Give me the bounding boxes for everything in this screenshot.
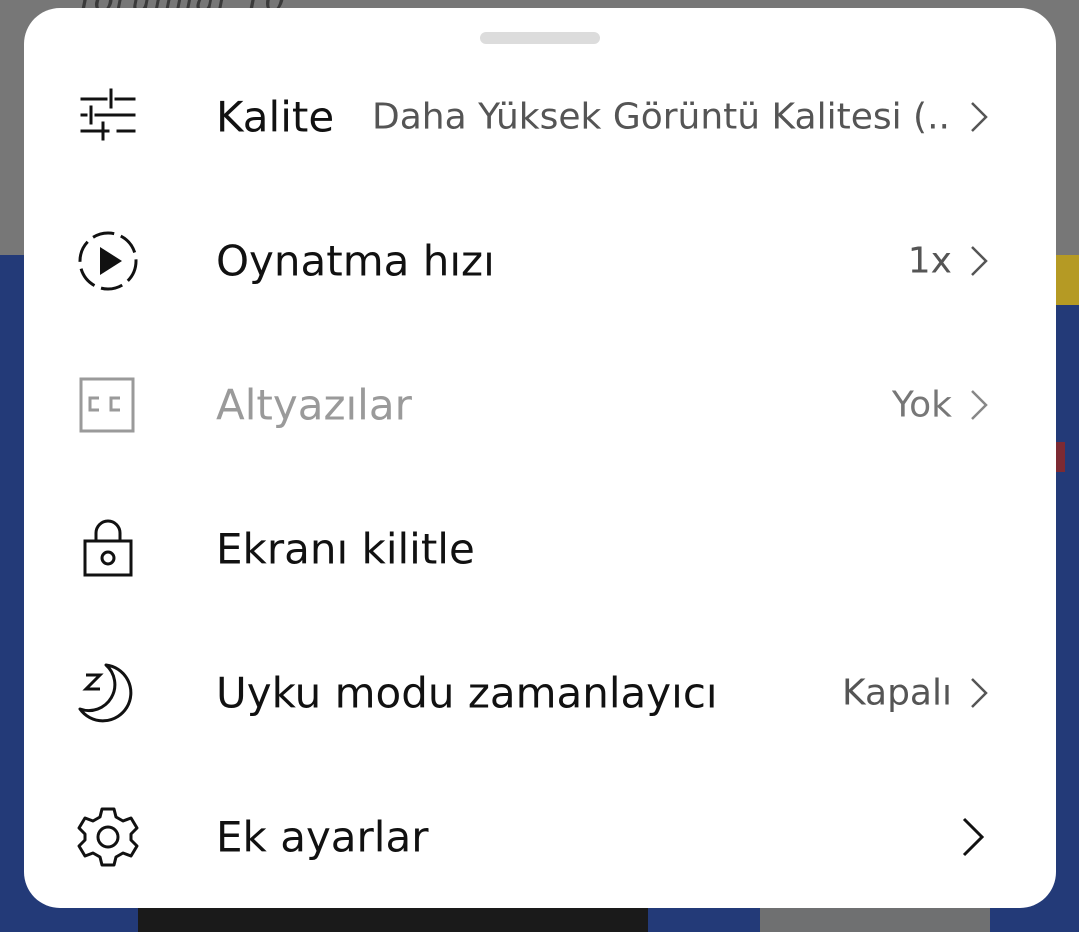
menu-item-subtitles[interactable]: Altyazılar Yok: [24, 333, 1056, 477]
menu-item-label: Uyku modu zamanlayıcı: [216, 668, 718, 718]
chevron-right-icon: [968, 99, 990, 135]
cc-icon: [76, 373, 140, 437]
menu-item-label: Ekranı kilitle: [216, 524, 475, 574]
gear-icon: [76, 805, 140, 869]
menu-item-value: Kapalı: [842, 672, 952, 714]
menu-item-label: Kalite: [216, 92, 335, 142]
menu-item-value: Daha Yüksek Görüntü Kalitesi (...: [372, 96, 952, 138]
chevron-right-icon: [960, 815, 986, 859]
chevron-right-icon: [968, 387, 990, 423]
sliders-icon: [76, 85, 140, 149]
menu-item-value: 1x: [907, 240, 952, 282]
background-decoration: [1055, 255, 1079, 305]
menu-item-label: Altyazılar: [216, 380, 412, 430]
menu-item-label: Ek ayarlar: [216, 812, 429, 862]
play-circle-icon: [76, 229, 140, 293]
menu-item-value: Yok: [891, 384, 952, 426]
menu-item-playback-speed[interactable]: Oynatma hızı 1x: [24, 189, 1056, 333]
menu-item-sleep-timer[interactable]: Uyku modu zamanlayıcı Kapalı: [24, 621, 1056, 765]
chevron-right-icon: [968, 243, 990, 279]
menu-item-additional-settings[interactable]: Ek ayarlar: [24, 765, 1056, 908]
menu-item-lock-screen[interactable]: Ekranı kilitle: [24, 477, 1056, 621]
chevron-right-icon: [968, 675, 990, 711]
drag-handle[interactable]: [480, 32, 600, 44]
menu-item-quality[interactable]: Kalite Daha Yüksek Görüntü Kalitesi (...: [24, 45, 1056, 189]
settings-bottom-sheet: Kalite Daha Yüksek Görüntü Kalitesi (...…: [24, 8, 1056, 908]
menu-item-label: Oynatma hızı: [216, 236, 495, 286]
moon-sleep-icon: [76, 661, 140, 725]
lock-icon: [76, 517, 140, 581]
settings-menu: Kalite Daha Yüksek Görüntü Kalitesi (...…: [24, 45, 1056, 908]
